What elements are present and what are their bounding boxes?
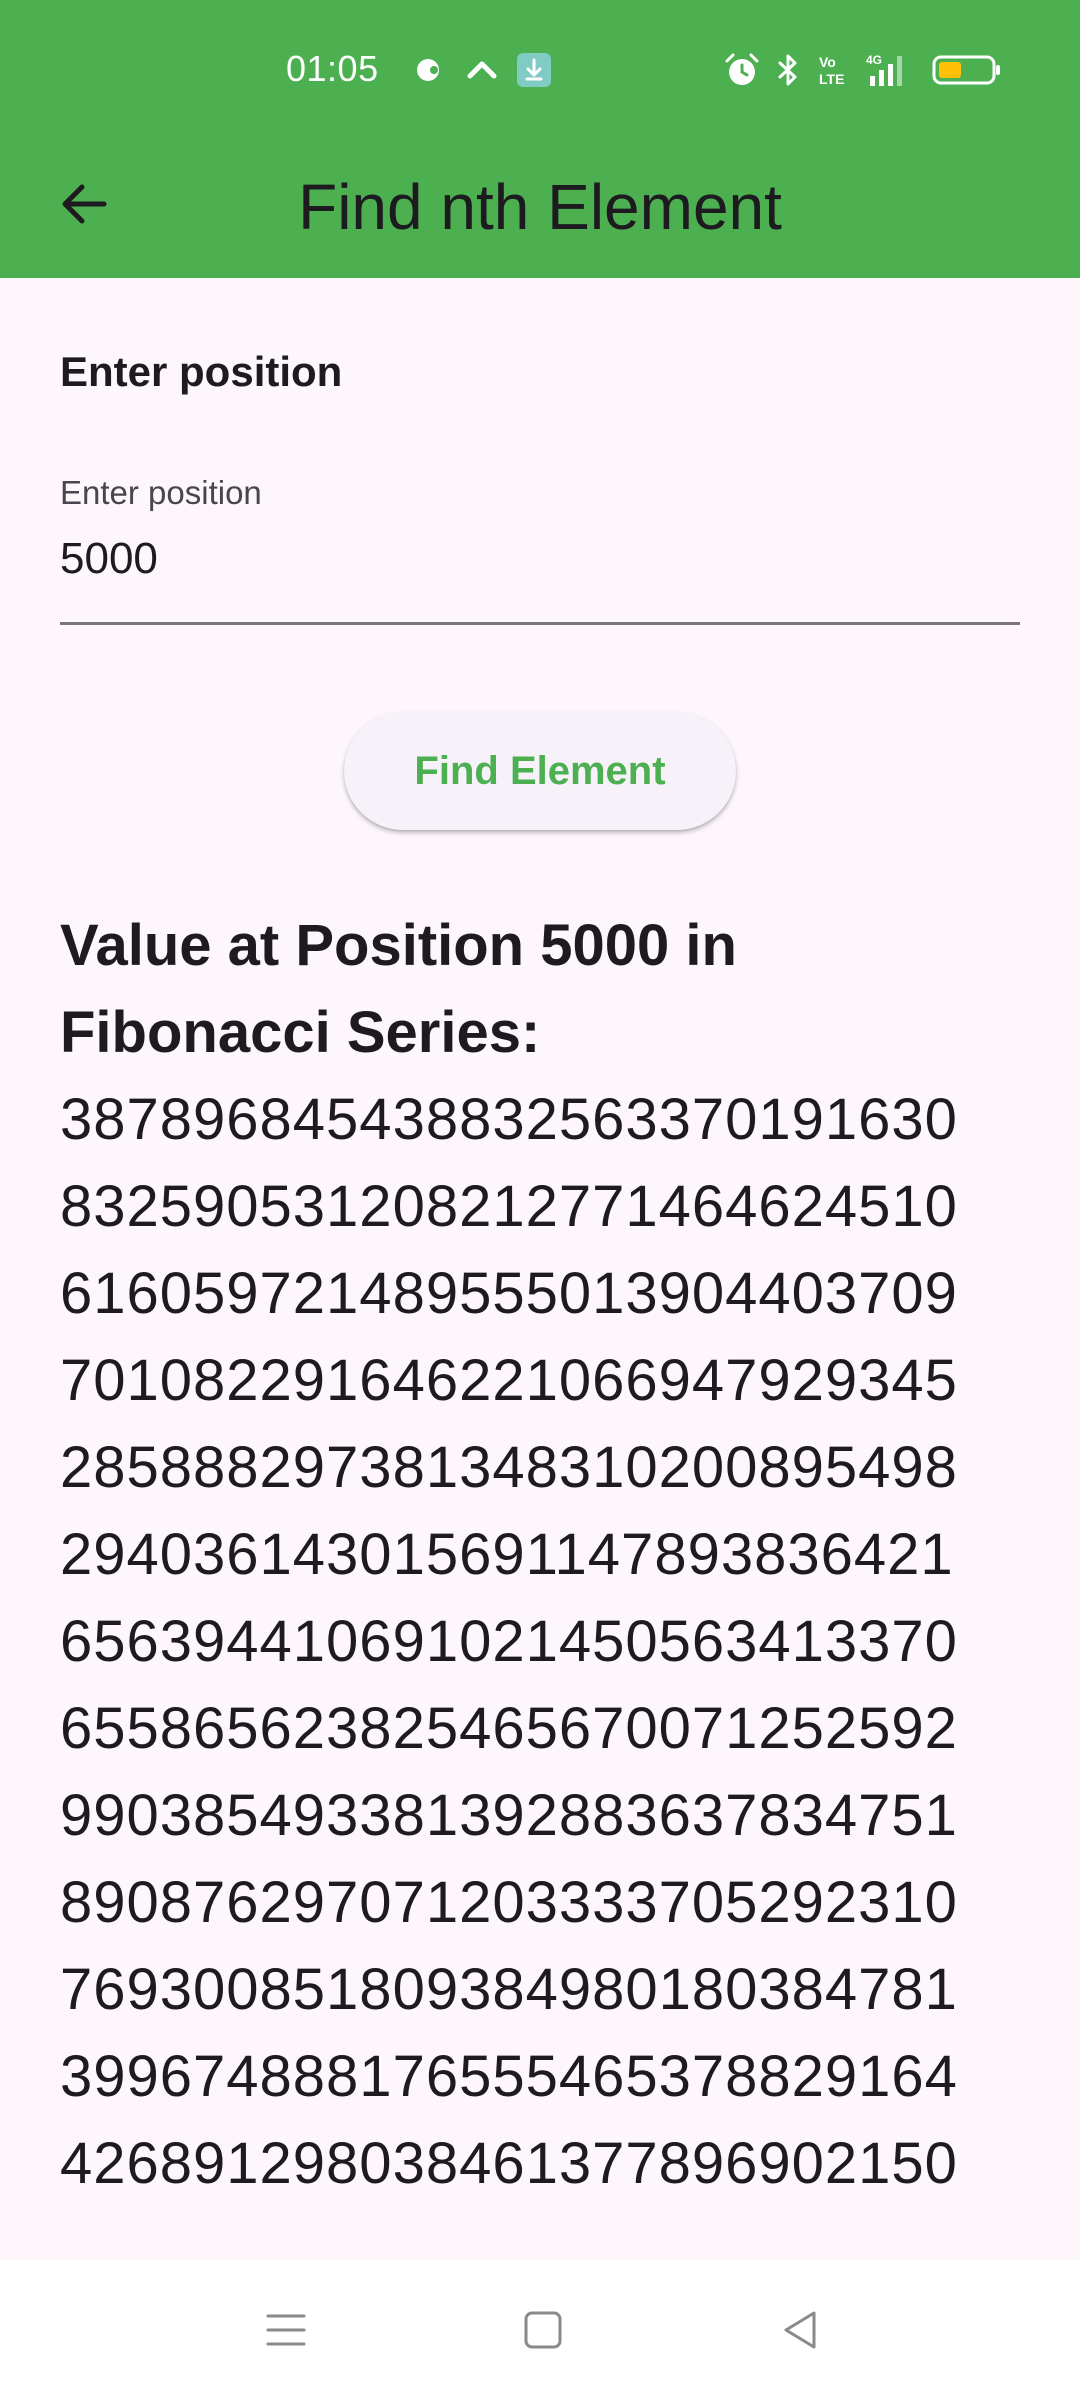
svg-text:4G: 4G bbox=[866, 53, 882, 67]
toolbar: Find nth Element bbox=[0, 142, 1080, 278]
section-label: Enter position bbox=[60, 348, 343, 395]
svg-text:Vo: Vo bbox=[819, 54, 836, 70]
result-digit-line: 701082291646221066947929345 bbox=[60, 1348, 958, 1413]
back-icon bbox=[784, 2311, 816, 2349]
position-field[interactable]: Enter position bbox=[60, 474, 1020, 626]
position-input[interactable] bbox=[60, 524, 1020, 594]
result-digit-line: 769300851809384980180384781 bbox=[60, 1957, 958, 2022]
status-time: 01:05 bbox=[286, 48, 379, 89]
result-digit-line: 285888297381348310200895498 bbox=[60, 1435, 958, 1500]
app-bar: 01:05 Vo LTE 4G Find nth Element bbox=[0, 0, 1080, 278]
home-button[interactable] bbox=[503, 2290, 583, 2370]
chevron-up-icon bbox=[464, 52, 500, 88]
result-digit-line: 426891298038461377896902150 bbox=[60, 2131, 958, 2196]
result-digit-line: 890876297071203333705292310 bbox=[60, 1870, 958, 1935]
volte-icon: Vo LTE bbox=[816, 52, 852, 88]
result-digit-line: 387896845438832563370191630 bbox=[60, 1087, 958, 1152]
4g-signal-icon: 4G bbox=[866, 52, 916, 88]
menu-icon bbox=[266, 2314, 306, 2346]
svg-text:LTE: LTE bbox=[819, 71, 844, 87]
home-icon bbox=[524, 2311, 562, 2349]
result-digit-line: 294036143015691147893836421 bbox=[60, 1522, 954, 1587]
result-value: 387896845438832563370191630 832590531208… bbox=[60, 1076, 1020, 2207]
system-nav-bar bbox=[0, 2260, 1080, 2400]
result-digit-line: 832590531208212771464624510 bbox=[60, 1174, 958, 1239]
result-digit-line: 656394410691021450563413370 bbox=[60, 1609, 958, 1674]
alarm-icon bbox=[724, 52, 760, 88]
result-digit-line: 655865623825465670071252592 bbox=[60, 1696, 958, 1761]
position-field-label: Enter position bbox=[60, 474, 262, 511]
bluetooth-icon bbox=[770, 52, 806, 88]
result-heading: Value at Position 5000 in Fibonacci Seri… bbox=[60, 913, 737, 1065]
download-icon bbox=[516, 52, 552, 88]
result-digit-line: 616059721489555013904403709 bbox=[60, 1261, 958, 1326]
recents-button[interactable] bbox=[246, 2290, 326, 2370]
find-element-button[interactable]: Find Element bbox=[344, 712, 736, 830]
battery-icon bbox=[932, 52, 1002, 88]
field-underline bbox=[60, 622, 1020, 625]
nav-back-button[interactable] bbox=[760, 2290, 840, 2370]
result-digit-line: 399674888176555465378829164 bbox=[60, 2044, 958, 2109]
page-title: Find nth Element bbox=[298, 171, 782, 243]
status-bar: 01:05 Vo LTE 4G bbox=[0, 0, 1080, 142]
notification-icon bbox=[412, 52, 448, 88]
result-digit-line: 990385493381392883637834751 bbox=[60, 1783, 958, 1848]
